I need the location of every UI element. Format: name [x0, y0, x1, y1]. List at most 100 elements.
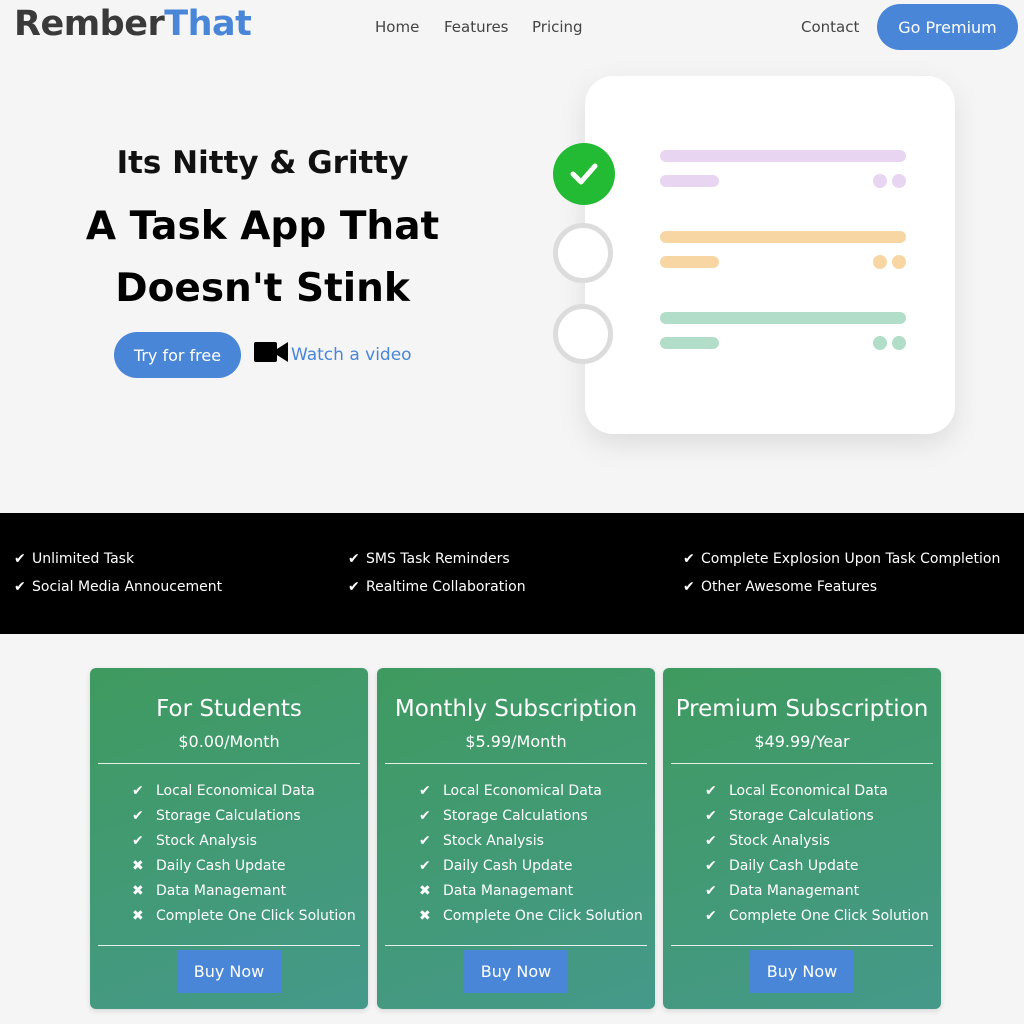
plan-feature-item: ✖ Daily Cash Update	[132, 856, 356, 881]
plan-feature-item: ✔ Stock Analysis	[132, 831, 356, 856]
plan-feature-item: ✖ Complete One Click Solution	[132, 906, 356, 931]
task-complete-check	[553, 143, 615, 205]
checkmark-icon	[570, 163, 598, 185]
plan-feature-item: ✖ Data Managemant	[132, 881, 356, 906]
check-icon: ✔	[132, 783, 144, 799]
video-camera-icon[interactable]	[254, 341, 288, 363]
plan-feature-item: ✔ Stock Analysis	[705, 831, 929, 856]
nav-link-contact[interactable]: Contact	[801, 18, 859, 36]
task-subline-3	[660, 337, 719, 349]
plan-feature-label: Data Managemant	[729, 883, 860, 899]
plan-feature-item: ✔ Data Managemant	[705, 881, 929, 906]
divider	[98, 945, 360, 946]
divider	[98, 763, 360, 764]
plan-feature-label: Daily Cash Update	[156, 858, 286, 874]
plan-feature-label: Storage Calculations	[156, 808, 301, 824]
plan-feature-label: Storage Calculations	[729, 808, 874, 824]
go-premium-button[interactable]: Go Premium	[877, 4, 1018, 50]
cross-icon: ✖	[419, 908, 431, 924]
task-line-3	[660, 312, 906, 324]
feature-item: ✔ Complete Explosion Upon Task Completion	[683, 551, 1000, 567]
task-checkbox-3	[553, 304, 613, 364]
pricing-card-premium: Premium Subscription $49.99/Year ✔ Local …	[663, 668, 941, 1009]
plan-feature-label: Data Managemant	[443, 883, 574, 899]
buy-now-button[interactable]: Buy Now	[177, 950, 281, 993]
hero-title: A Task App That Doesn't Stink	[0, 196, 525, 320]
plan-price: $5.99/Month	[465, 732, 567, 751]
check-icon: ✔	[419, 833, 431, 849]
plan-feature-item: ✖ Data Managemant	[419, 881, 643, 906]
check-icon: ✔	[348, 551, 360, 567]
plan-name: For Students	[156, 696, 302, 722]
check-icon: ✔	[419, 858, 431, 874]
nav-link-pricing[interactable]: Pricing	[532, 18, 583, 36]
task-dot	[873, 255, 887, 269]
brand-logo[interactable]: RemberThat	[14, 4, 252, 44]
task-subline-2	[660, 256, 719, 268]
plan-feature-list: ✔ Local Economical Data ✔ Storage Calculati…	[419, 781, 643, 931]
check-icon: ✔	[705, 783, 717, 799]
divider	[385, 763, 647, 764]
plan-feature-item: ✔ Stock Analysis	[419, 831, 643, 856]
task-dot	[873, 174, 887, 188]
check-icon: ✔	[683, 579, 695, 595]
plan-feature-item: ✔ Complete One Click Solution	[705, 906, 929, 931]
plan-feature-label: Daily Cash Update	[729, 858, 859, 874]
logo-text-rember: Rember	[14, 4, 165, 44]
divider	[385, 945, 647, 946]
plan-feature-label: Stock Analysis	[443, 833, 544, 849]
feature-label: Unlimited Task	[32, 551, 135, 567]
check-icon: ✔	[14, 579, 26, 595]
check-icon: ✔	[705, 908, 717, 924]
task-dot	[892, 255, 906, 269]
logo-text-that: That	[164, 4, 252, 44]
top-navigation: RemberThat Home Features Pricing Contact…	[0, 0, 1024, 56]
buy-now-button[interactable]: Buy Now	[464, 950, 568, 993]
task-line-2	[660, 231, 906, 243]
feature-item: ✔ Realtime Collaboration	[348, 579, 526, 595]
nav-link-home[interactable]: Home	[375, 18, 419, 36]
feature-item: ✔ Social Media Annoucement	[14, 579, 222, 595]
check-icon: ✔	[705, 833, 717, 849]
cross-icon: ✖	[132, 883, 144, 899]
plan-price: $0.00/Month	[178, 732, 280, 751]
feature-label: SMS Task Reminders	[366, 551, 510, 567]
divider	[671, 763, 933, 764]
try-for-free-button[interactable]: Try for free	[114, 332, 241, 378]
task-line-1	[660, 150, 906, 162]
plan-feature-label: Local Economical Data	[443, 783, 602, 799]
hero-title-line-1: A Task App That	[85, 204, 440, 249]
check-icon: ✔	[419, 783, 431, 799]
pricing-card-monthly: Monthly Subscription $5.99/Month ✔ Local …	[377, 668, 655, 1009]
plan-feature-item: ✔ Storage Calculations	[132, 806, 356, 831]
plan-name: Premium Subscription	[675, 696, 929, 722]
feature-label: Other Awesome Features	[701, 579, 878, 595]
check-icon: ✔	[705, 858, 717, 874]
watch-video-link[interactable]: Watch a video	[291, 345, 412, 365]
features-band: ✔ Unlimited Task ✔ SMS Task Reminders ✔ Com…	[0, 513, 1024, 634]
feature-label: Realtime Collaboration	[366, 579, 526, 595]
check-icon: ✔	[705, 883, 717, 899]
feature-item: ✔ Unlimited Task	[14, 551, 134, 567]
plan-feature-item: ✔ Local Economical Data	[419, 781, 643, 806]
plan-feature-label: Complete One Click Solution	[443, 908, 643, 924]
check-icon: ✔	[419, 808, 431, 824]
nav-link-features[interactable]: Features	[444, 18, 509, 36]
pricing-card-students: For Students $0.00/Month ✔ Local Economic…	[90, 668, 368, 1009]
buy-now-button[interactable]: Buy Now	[750, 950, 854, 993]
task-dot	[873, 336, 887, 350]
task-dot	[892, 174, 906, 188]
check-icon: ✔	[132, 808, 144, 824]
task-checkbox-2	[553, 223, 613, 283]
plan-name: Monthly Subscription	[394, 696, 638, 722]
plan-feature-list: ✔ Local Economical Data ✔ Storage Calculati…	[705, 781, 929, 931]
plan-feature-label: Local Economical Data	[729, 783, 888, 799]
hero-title-line-2: Doesn't Stink	[115, 266, 410, 311]
check-icon: ✔	[14, 551, 26, 567]
feature-item: ✔ SMS Task Reminders	[348, 551, 510, 567]
hero-subtitle: Its Nitty & Gritty	[116, 145, 409, 181]
plan-feature-label: Complete One Click Solution	[156, 908, 356, 924]
plan-feature-label: Daily Cash Update	[443, 858, 573, 874]
check-icon: ✔	[705, 808, 717, 824]
plan-feature-label: Storage Calculations	[443, 808, 588, 824]
